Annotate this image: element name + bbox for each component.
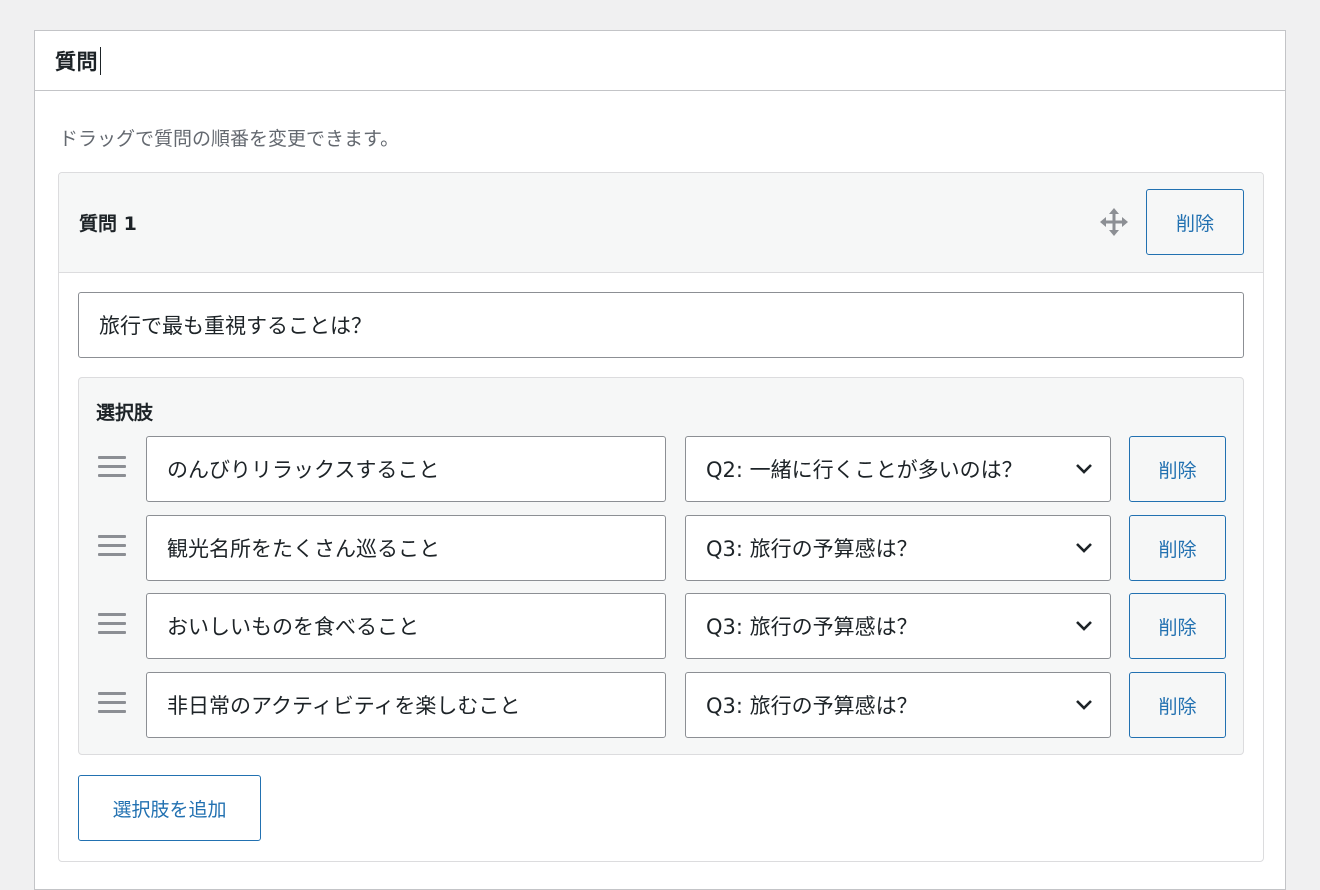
delete-choice-button[interactable]: 削除: [1129, 593, 1226, 659]
choices-section: 選択肢 のんびりリラックスすること Q2: 一緒に行くことが多いのは？ 削除 観…: [78, 377, 1244, 755]
chevron-down-icon: [1076, 543, 1092, 553]
panel-header: 質問: [35, 31, 1285, 91]
question-card-header[interactable]: 質問 1 削除: [59, 173, 1263, 273]
add-choice-button[interactable]: 選択肢を追加: [78, 775, 261, 841]
drag-handle-icon[interactable]: [98, 613, 126, 637]
questions-panel: 質問 ドラッグで質問の順番を変更できます。 質問 1 削除 旅行で最も重視するこ…: [34, 30, 1286, 890]
chevron-down-icon: [1076, 700, 1092, 710]
chevron-down-icon: [1076, 621, 1092, 631]
text-cursor: [100, 46, 101, 75]
delete-question-button[interactable]: 削除: [1146, 189, 1244, 255]
next-question-select[interactable]: Q3: 旅行の予算感は？: [685, 515, 1111, 581]
move-icon[interactable]: [1099, 207, 1129, 237]
delete-choice-button[interactable]: 削除: [1129, 672, 1226, 738]
next-question-value: Q3: 旅行の予算感は？: [706, 615, 918, 639]
drag-hint: ドラッグで質問の順番を変更できます。: [59, 128, 400, 150]
next-question-value: Q3: 旅行の予算感は？: [706, 694, 918, 718]
delete-choice-button[interactable]: 削除: [1129, 436, 1226, 502]
choice-row[interactable]: おいしいものを食べること Q3: 旅行の予算感は？ 削除: [79, 593, 1243, 659]
drag-handle-icon[interactable]: [98, 535, 126, 559]
next-question-value: Q3: 旅行の予算感は？: [706, 537, 918, 561]
drag-handle-icon[interactable]: [98, 456, 126, 480]
next-question-select[interactable]: Q3: 旅行の予算感は？: [685, 672, 1111, 738]
choice-row[interactable]: 非日常のアクティビティを楽しむこと Q3: 旅行の予算感は？ 削除: [79, 672, 1243, 738]
delete-choice-button[interactable]: 削除: [1129, 515, 1226, 581]
chevron-down-icon: [1076, 464, 1092, 474]
question-text-input[interactable]: 旅行で最も重視することは？: [78, 292, 1244, 358]
next-question-select[interactable]: Q2: 一緒に行くことが多いのは？: [685, 436, 1111, 502]
choice-text-input[interactable]: おいしいものを食べること: [146, 593, 666, 659]
panel-title: 質問: [55, 49, 98, 74]
question-title: 質問 1: [79, 213, 137, 235]
next-question-select[interactable]: Q3: 旅行の予算感は？: [685, 593, 1111, 659]
choice-row[interactable]: のんびりリラックスすること Q2: 一緒に行くことが多いのは？ 削除: [79, 436, 1243, 502]
drag-handle-icon[interactable]: [98, 692, 126, 716]
choice-text-input[interactable]: 観光名所をたくさん巡ること: [146, 515, 666, 581]
choices-title: 選択肢: [96, 402, 154, 424]
choice-row[interactable]: 観光名所をたくさん巡ること Q3: 旅行の予算感は？ 削除: [79, 515, 1243, 581]
question-card[interactable]: 質問 1 削除 旅行で最も重視することは？ 選択肢 のんびりリラックスすること: [58, 172, 1264, 862]
next-question-value: Q2: 一緒に行くことが多いのは？: [706, 458, 1023, 482]
choice-text-input[interactable]: のんびりリラックスすること: [146, 436, 666, 502]
choice-text-input[interactable]: 非日常のアクティビティを楽しむこと: [146, 672, 666, 738]
